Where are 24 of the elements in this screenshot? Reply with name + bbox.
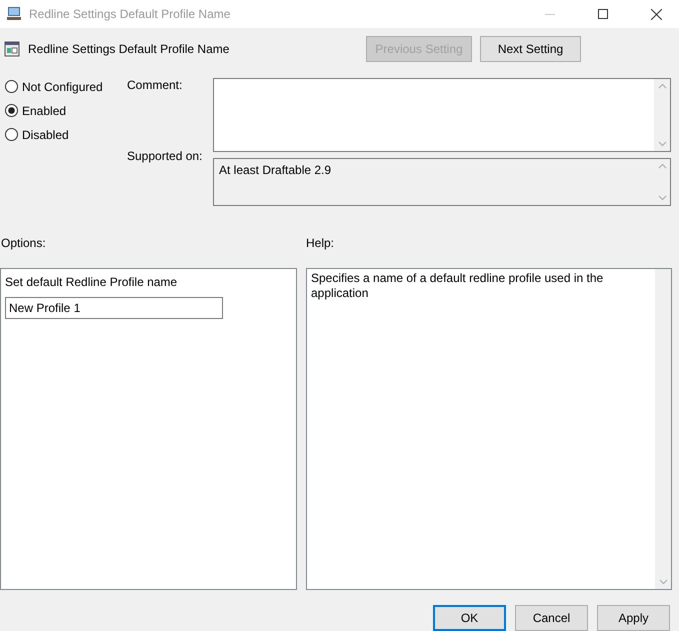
apply-button[interactable]: Apply — [597, 605, 670, 631]
radio-label[interactable]: Not Configured — [22, 80, 103, 94]
help-text: Specifies a name of a default redline profile used in the application — [311, 270, 604, 301]
supported-on-label: Supported on: — [127, 148, 204, 163]
comment-label: Comment: — [127, 78, 184, 92]
radio-button[interactable] — [5, 128, 18, 142]
ok-button[interactable]: OK — [433, 605, 506, 631]
radio-button[interactable] — [5, 80, 18, 94]
help-label: Help: — [306, 236, 334, 250]
computer-icon — [6, 6, 22, 22]
setting-title: Redline Settings Default Profile Name — [28, 42, 230, 56]
radio-label[interactable]: Disabled — [22, 128, 69, 142]
policy-setting-icon — [4, 40, 20, 57]
maximize-icon — [598, 9, 608, 19]
option-label: Set default Redline Profile name — [5, 274, 178, 289]
profile-name-field[interactable]: New Profile 1 — [5, 296, 223, 319]
radio-label[interactable]: Enabled — [22, 104, 66, 118]
window-title: Redline Settings Default Profile Name — [29, 7, 232, 21]
radio-button[interactable] — [5, 104, 18, 118]
options-label: Options: — [0, 236, 47, 250]
next-setting-button[interactable]: Next Setting — [480, 36, 581, 62]
cancel-button[interactable]: Cancel — [515, 605, 588, 631]
close-icon — [650, 8, 662, 20]
supported-on-value: At least Draftable 2.9 — [219, 162, 332, 177]
